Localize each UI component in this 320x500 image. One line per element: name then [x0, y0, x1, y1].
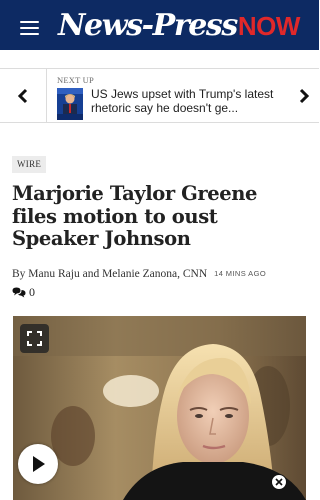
chevron-right-icon: [299, 88, 310, 103]
category-badge[interactable]: WIRE: [12, 156, 47, 173]
next-up-bar: NEXT UP US Jews upset with Trump's lates…: [0, 68, 319, 123]
fullscreen-button[interactable]: [20, 324, 49, 353]
comment-count: 0: [29, 285, 35, 299]
byline-authors: By Manu Raju and Melanie Zanona, CNN: [12, 268, 208, 280]
close-video-button[interactable]: [271, 474, 287, 490]
close-icon: [275, 478, 283, 486]
play-icon: [33, 456, 45, 472]
site-header: News-PressNOW: [0, 0, 319, 50]
video-player[interactable]: [13, 316, 306, 500]
publish-time: 14 MINS AGO: [214, 269, 267, 278]
menu-icon[interactable]: [20, 21, 39, 35]
article-headline: Marjorie Taylor Greene files motion to o…: [12, 182, 258, 250]
logo-main-text: News-Press: [58, 8, 238, 43]
next-up-title[interactable]: US Jews upset with Trump's latest rhetor…: [91, 87, 286, 115]
comments-link[interactable]: 0: [12, 285, 35, 300]
video-thumbnail: [13, 316, 306, 500]
chevron-left-icon: [17, 88, 28, 103]
next-up-thumbnail[interactable]: [57, 88, 83, 120]
next-up-label: NEXT UP: [57, 75, 94, 85]
comments-icon: [12, 287, 26, 298]
previous-article-button[interactable]: [0, 69, 47, 122]
next-article-button[interactable]: [289, 69, 319, 122]
expand-icon: [27, 331, 42, 346]
logo-now-text: NOW: [237, 11, 301, 41]
play-button[interactable]: [18, 444, 58, 484]
site-logo[interactable]: News-PressNOW: [58, 9, 300, 43]
byline: By Manu Raju and Melanie Zanona, CNN 14 M…: [12, 268, 266, 280]
